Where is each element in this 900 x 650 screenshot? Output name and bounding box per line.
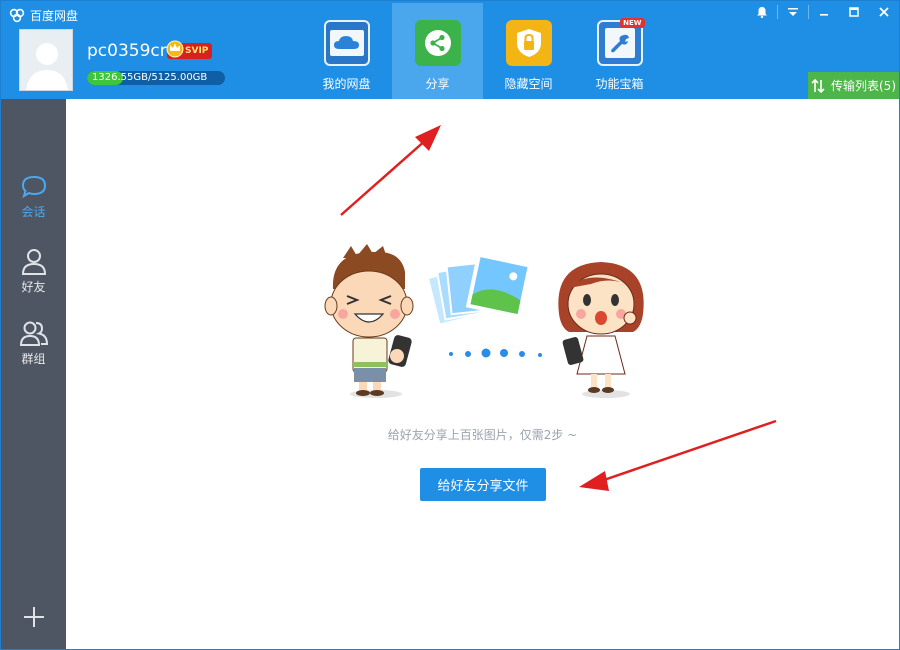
close-button[interactable] <box>869 1 899 23</box>
menu-down-icon <box>788 8 798 16</box>
app-window: 百度网盘 pc0359cn SVIP 1326.55GB/5125.00GB 我… <box>0 0 900 650</box>
lock-icon <box>505 20 552 66</box>
main-content: 给好友分享上百张图片，仅需2步 ~ 给好友分享文件 <box>66 99 899 649</box>
wrench-icon: NEW <box>596 18 645 66</box>
sidebar-label-friends: 好友 <box>21 280 46 294</box>
nav-toolbox[interactable]: NEW 功能宝箱 <box>574 3 665 99</box>
new-badge: NEW <box>620 18 645 28</box>
boy-character-icon <box>324 244 414 398</box>
vip-badge: SVIP <box>166 40 213 59</box>
app-title: 百度网盘 <box>30 8 79 23</box>
header-bar: 百度网盘 pc0359cn SVIP 1326.55GB/5125.00GB 我… <box>1 1 899 99</box>
progress-dots <box>449 348 542 358</box>
baidu-cloud-logo-icon <box>9 8 25 23</box>
share-illustration <box>324 244 644 398</box>
plus-icon[interactable] <box>21 604 47 630</box>
chat-bubble-icon <box>21 175 46 199</box>
group-icon <box>19 321 48 346</box>
share-file-button[interactable]: 给好友分享文件 <box>420 468 546 501</box>
menu-button[interactable] <box>778 1 808 23</box>
main-nav: 我的网盘 分享 隐藏空间 NEW 功能宝箱 <box>301 3 665 99</box>
window-controls <box>747 1 899 23</box>
nav-label-my-disk: 我的网盘 <box>322 77 371 91</box>
transfer-arrows-icon <box>811 78 825 93</box>
transfer-list-button[interactable]: 传输列表(5) <box>808 72 899 99</box>
nav-label-toolbox: 功能宝箱 <box>595 77 644 91</box>
maximize-button[interactable] <box>839 1 869 23</box>
minimize-icon <box>820 14 828 16</box>
girl-character-icon <box>558 262 644 398</box>
nav-share[interactable]: 分享 <box>392 3 483 99</box>
sidebar-item-groups[interactable]: 群组 <box>1 319 66 367</box>
nav-my-disk[interactable]: 我的网盘 <box>301 3 392 99</box>
vip-label: SVIP <box>185 46 209 56</box>
transfer-label: 传输列表(5) <box>831 79 896 93</box>
close-icon <box>879 7 889 17</box>
nav-label-hidden-space: 隐藏空间 <box>504 77 553 91</box>
avatar-placeholder-icon <box>20 30 72 90</box>
sidebar-item-friends[interactable]: 好友 <box>1 247 66 295</box>
storage-text: 1326.55GB/5125.00GB <box>92 72 208 83</box>
person-icon <box>21 249 46 275</box>
sidebar-label-groups: 群组 <box>21 352 46 366</box>
crown-icon <box>166 40 184 58</box>
bell-icon <box>757 7 767 18</box>
sidebar-item-chat[interactable]: 会话 <box>1 174 66 220</box>
nav-label-share: 分享 <box>425 77 450 91</box>
notification-button[interactable] <box>747 1 777 23</box>
cloud-icon <box>323 20 370 66</box>
storage-bar: 1326.55GB/5125.00GB <box>87 71 225 85</box>
maximize-icon <box>849 7 859 17</box>
sidebar-label-chat: 会话 <box>21 205 46 219</box>
avatar[interactable] <box>19 29 73 91</box>
username: pc0359cn <box>87 41 171 61</box>
app-title-bar: 百度网盘 <box>9 7 78 23</box>
minimize-button[interactable] <box>809 1 839 23</box>
share-hint-text: 给好友分享上百张图片，仅需2步 ~ <box>387 428 578 442</box>
share-icon <box>414 20 461 66</box>
nav-hidden-space[interactable]: 隐藏空间 <box>483 3 574 99</box>
sidebar: 会话 好友 群组 <box>1 99 66 649</box>
photo-stack-icon <box>426 252 533 326</box>
